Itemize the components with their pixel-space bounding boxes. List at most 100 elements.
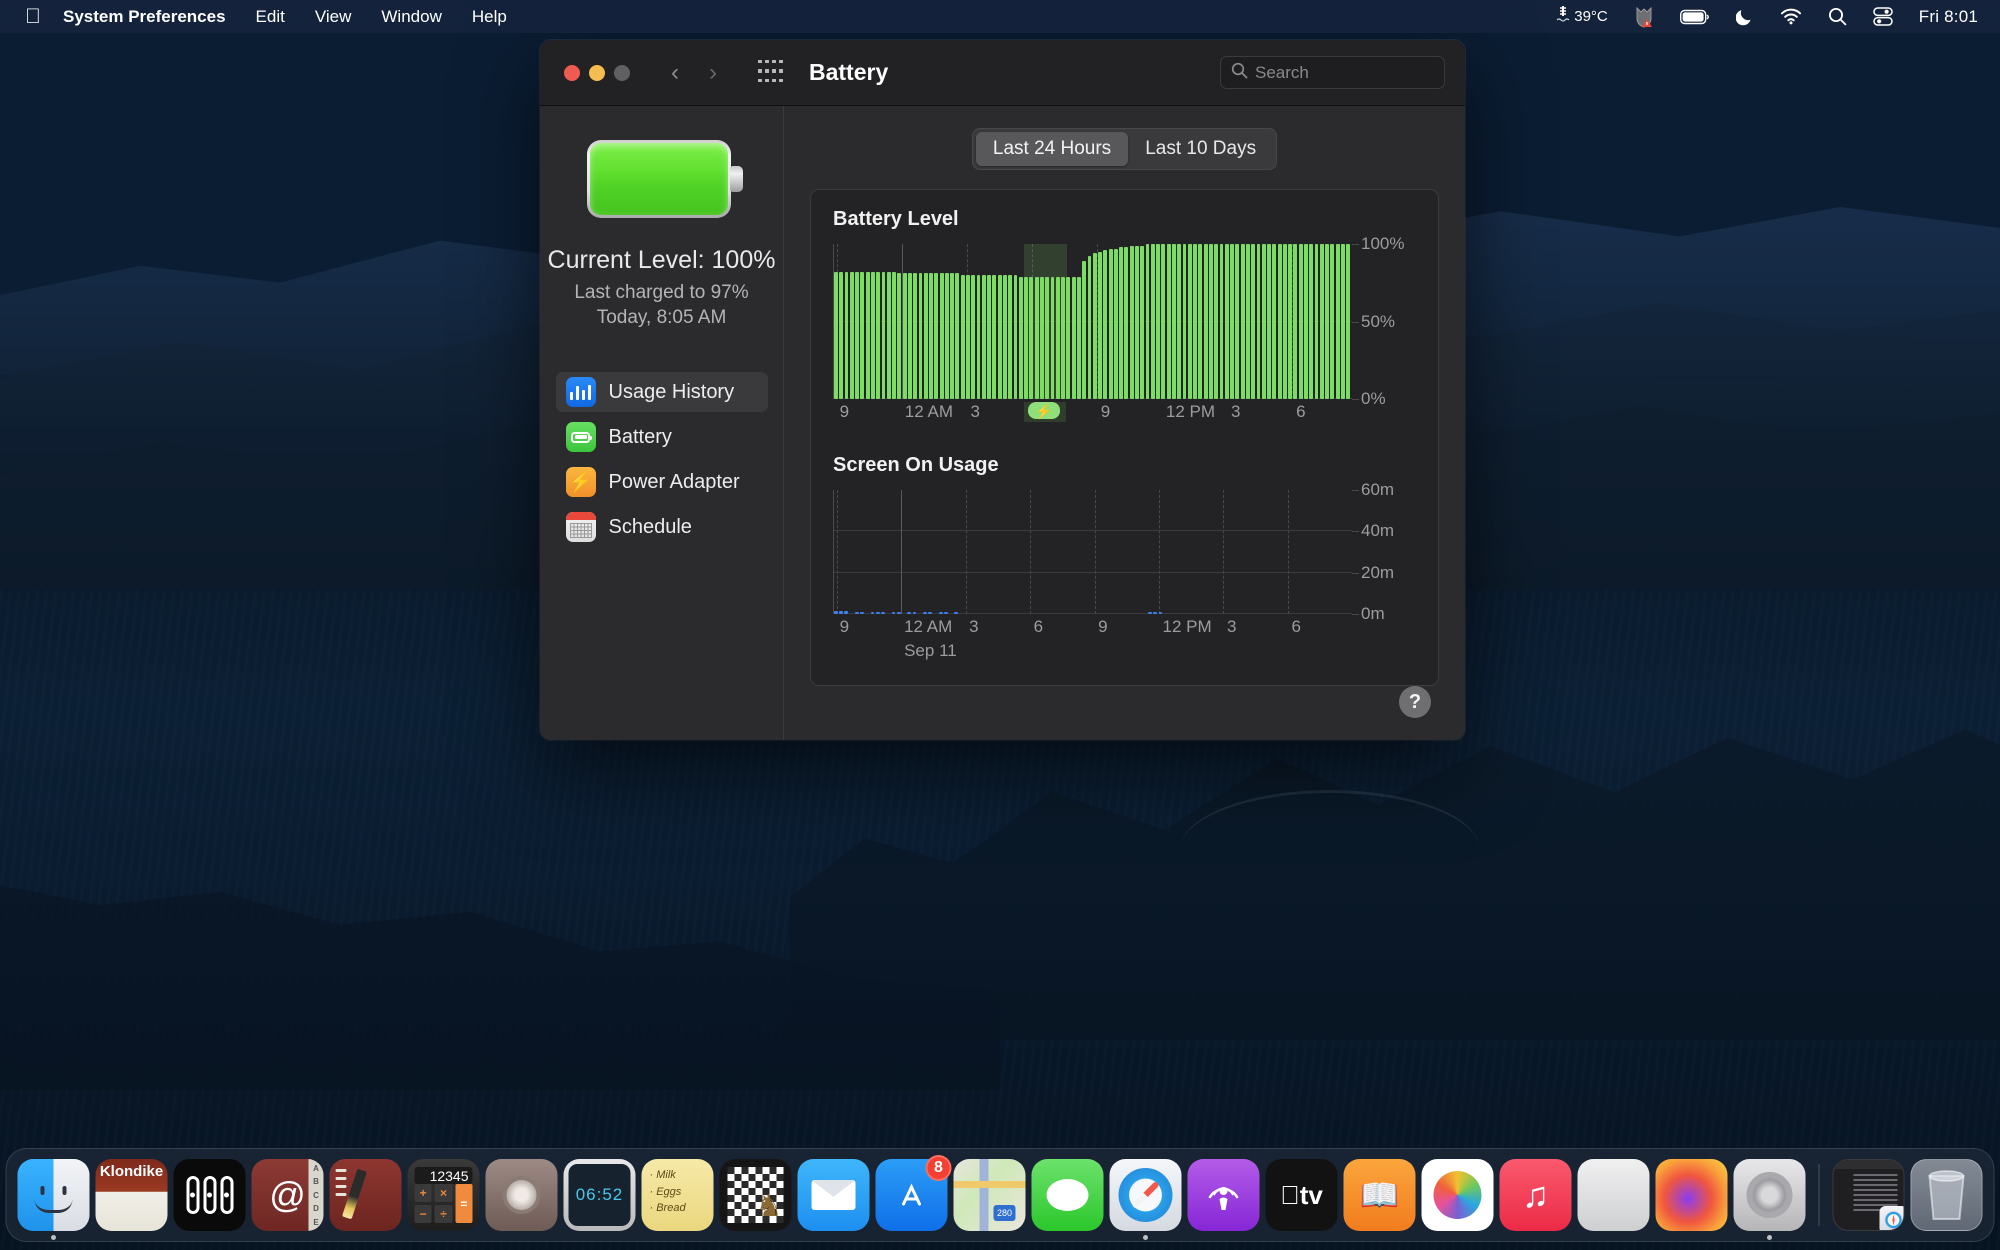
menu-bar-clock[interactable]: Fri 8:01	[1906, 7, 1984, 27]
sidebar-item-power-adapter[interactable]: ⚡ Power Adapter	[556, 462, 768, 502]
chart-bar	[1039, 276, 1044, 399]
dock-item-dial-app[interactable]	[485, 1159, 558, 1231]
tab-last-24-hours[interactable]: Last 24 Hours	[975, 132, 1129, 166]
screen-on-usage-x-axis: 9 12 AM 3 6 9 12 PM 3 6 Sep 11	[833, 617, 1352, 669]
dock-item-clock[interactable]: 06:52	[563, 1159, 636, 1231]
chart-bar	[1066, 276, 1071, 399]
battery-level-chart: 0%50%100% 912 AM36912 PM36⚡	[833, 234, 1416, 432]
dock-item-mail[interactable]	[797, 1159, 870, 1231]
y-axis-tick-label: 100%	[1351, 234, 1405, 253]
x-axis-tick-label: 12 PM	[1165, 402, 1216, 421]
show-all-grid-icon[interactable]	[758, 59, 784, 86]
chart-bar	[928, 611, 933, 614]
menu-item-view[interactable]: View	[300, 0, 367, 33]
spotlight-search-icon[interactable]	[1815, 0, 1860, 33]
battery-icon	[565, 422, 596, 453]
dock-item-safari[interactable]	[1109, 1159, 1182, 1240]
dock-item-podcasts[interactable]	[1187, 1159, 1260, 1231]
screen-on-usage-y-axis: 0m 20m 40m 60m	[1351, 480, 1416, 623]
dock-item-contacts[interactable]: @ ABCDE	[251, 1159, 324, 1231]
podcasts-icon	[1187, 1159, 1260, 1231]
fox-shield-warning-icon[interactable]	[1621, 0, 1667, 33]
help-button[interactable]: ?	[1399, 686, 1431, 718]
dock-item-minimized-window[interactable]	[1832, 1159, 1905, 1231]
dock-item-app-store[interactable]: 8	[875, 1155, 952, 1231]
chart-bar	[1203, 244, 1208, 399]
dock-item-calculator[interactable]: 12345 + × = − ÷	[407, 1159, 480, 1231]
zoom-button[interactable]	[614, 64, 630, 81]
search-field[interactable]: Search	[1220, 56, 1445, 89]
sidebar-item-schedule[interactable]: Schedule	[556, 507, 768, 547]
dock-item-apple-tv[interactable]: tv	[1265, 1159, 1338, 1231]
firefox-icon	[1655, 1159, 1728, 1231]
dock-item-black-app[interactable]	[173, 1159, 246, 1231]
x-axis-tick-label: 9	[1098, 617, 1108, 636]
bars-layer	[834, 490, 1352, 614]
x-axis-tick-label: 12 AM	[904, 402, 953, 421]
battery-status-icon[interactable]	[1667, 0, 1723, 33]
chart-bar	[854, 611, 859, 614]
safari-icon	[1109, 1159, 1182, 1231]
dock-item-chess[interactable]: ♞	[719, 1159, 792, 1231]
dock-item-messages[interactable]	[1031, 1159, 1104, 1231]
chart-bar	[891, 611, 896, 614]
screen-on-usage-chart-section: Screen On Usage 0m 20m 40m 60m 9 12 AM 3 6 9 12 …	[833, 454, 1416, 669]
close-button[interactable]	[564, 64, 580, 81]
sidebar-item-battery[interactable]: Battery	[556, 417, 768, 457]
chart-bar	[881, 611, 885, 614]
dock-item-firefox[interactable]	[1655, 1159, 1728, 1231]
dock-item-launchpad[interactable]	[1577, 1159, 1650, 1231]
dock-item-books[interactable]: 📖	[1343, 1159, 1416, 1231]
temperature-status-item[interactable]: 39°C	[1542, 0, 1621, 33]
menu-item-window[interactable]: Window	[366, 0, 456, 33]
chart-bar	[1166, 244, 1171, 399]
chart-bar	[1018, 276, 1023, 399]
chart-bar	[934, 273, 939, 399]
forward-chevron-right-icon[interactable]: ›	[696, 56, 730, 90]
x-axis-tick-label: 3	[1227, 617, 1237, 636]
minimize-button[interactable]	[589, 64, 605, 81]
dock-item-notes[interactable]	[329, 1159, 402, 1231]
dock-item-photos[interactable]	[1421, 1159, 1494, 1231]
last-charged-text: Last charged to 97%	[574, 282, 749, 303]
chart-bar	[1277, 244, 1282, 399]
search-placeholder: Search	[1255, 62, 1309, 82]
dock-item-stickies[interactable]: · Milk · Eggs · Bread	[641, 1159, 714, 1231]
x-axis-tick-label: 3	[970, 402, 980, 421]
menu-item-edit[interactable]: Edit	[241, 0, 300, 33]
tab-last-10-days[interactable]: Last 10 Days	[1128, 132, 1273, 166]
dock-item-trash[interactable]	[1910, 1159, 1983, 1231]
klondike-icon: Klondike	[95, 1159, 168, 1231]
chart-bar	[860, 611, 865, 614]
chart-bar	[938, 611, 943, 614]
safari-badge-icon	[1879, 1206, 1904, 1230]
sidebar-item-label: Battery	[608, 425, 672, 448]
chart-bar	[971, 275, 976, 399]
apple-menu-icon[interactable]: 	[18, 5, 48, 29]
menu-item-system-preferences[interactable]: System Preferences	[48, 0, 241, 33]
dock-item-maps[interactable]: 280	[953, 1159, 1026, 1231]
moon-icon[interactable]	[1723, 0, 1767, 33]
back-chevron-left-icon[interactable]: ‹	[658, 56, 692, 90]
menu-item-help[interactable]: Help	[457, 0, 522, 33]
y-axis-tick-label: 60m	[1351, 480, 1395, 499]
battery-full-icon	[586, 140, 743, 218]
dock-item-music[interactable]: ♫	[1499, 1159, 1572, 1231]
dock-item-finder[interactable]	[17, 1159, 90, 1240]
chart-bar	[834, 610, 838, 614]
dock-item-klondike[interactable]: Klondike	[95, 1159, 168, 1231]
chart-bar	[897, 273, 902, 399]
window-titlebar[interactable]: ‹ › Battery Search	[540, 40, 1465, 106]
chart-bar	[992, 275, 997, 399]
app-store-badge: 8	[925, 1155, 952, 1181]
current-level-text: Current Level: 100%	[547, 246, 776, 274]
chart-bar	[1182, 244, 1187, 399]
chart-bar	[923, 273, 928, 399]
chart-bar	[855, 271, 860, 399]
wifi-icon[interactable]	[1767, 0, 1815, 33]
chart-bar	[1034, 276, 1039, 399]
control-center-icon[interactable]	[1860, 0, 1906, 33]
dock-item-system-preferences[interactable]	[1733, 1159, 1806, 1240]
chart-bar	[1098, 251, 1102, 399]
sidebar-item-usage-history[interactable]: Usage History	[555, 372, 768, 413]
